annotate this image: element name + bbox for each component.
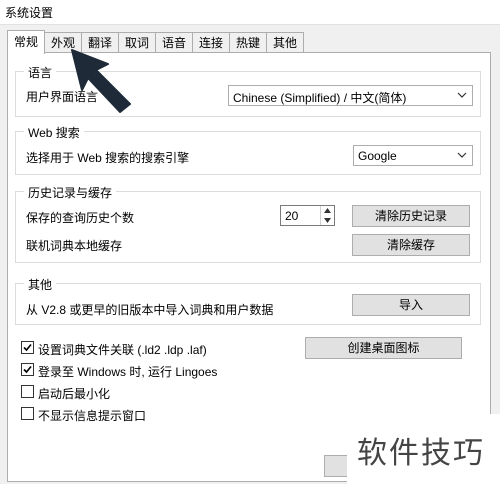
window-title-bar: 系统设置	[0, 0, 500, 25]
checkbox[interactable]	[21, 363, 34, 376]
ui-language-value: Chinese (Simplified) / 中文(简体)	[233, 91, 407, 105]
stepper-buttons	[320, 206, 334, 225]
checkmark-icon	[23, 365, 32, 374]
tab-other[interactable]: 其他	[266, 32, 304, 52]
ui-language-select[interactable]: Chinese (Simplified) / 中文(简体)	[228, 85, 473, 106]
search-engine-label: 选择用于 Web 搜索的搜索引擎	[26, 151, 190, 165]
tab-hotkeys[interactable]: 热键	[229, 32, 267, 52]
search-engine-value: Google	[358, 149, 397, 163]
tab-general[interactable]: 常规	[7, 30, 45, 54]
window-title: 系统设置	[5, 6, 54, 20]
history-count-label: 保存的查询历史个数	[26, 211, 135, 225]
cache-label: 联机词典本地缓存	[26, 239, 123, 253]
history-cache-group-title: 历史记录与缓存	[24, 184, 117, 201]
checkbox[interactable]	[21, 341, 34, 354]
history-cache-group: 历史记录与缓存 保存的查询历史个数 20 清除历史记录 联机词典本地缓存 清除缓…	[15, 184, 481, 263]
clear-cache-button[interactable]: 清除缓存	[352, 234, 470, 256]
search-engine-select[interactable]: Google	[353, 145, 473, 166]
other-group-title: 其他	[24, 276, 57, 293]
checkmark-icon	[23, 343, 32, 352]
clear-history-button[interactable]: 清除历史记录	[352, 205, 470, 227]
web-search-group: Web 搜索 选择用于 Web 搜索的搜索引擎 Google	[15, 124, 481, 175]
history-count-stepper[interactable]: 20	[280, 205, 335, 226]
checkbox[interactable]	[21, 385, 34, 398]
checkbox[interactable]	[21, 407, 34, 420]
create-shortcut-button[interactable]: 创建桌面图标	[305, 337, 462, 359]
spin-down-icon[interactable]	[321, 216, 334, 225]
import-button[interactable]: 导入	[352, 294, 470, 316]
tab-speech[interactable]: 语音	[155, 32, 193, 52]
tab-connection[interactable]: 连接	[192, 32, 230, 52]
pointer-arrow-icon	[71, 49, 131, 113]
watermark-text: 软件技巧	[357, 436, 485, 471]
watermark: 软件技巧	[347, 414, 500, 484]
history-count-value: 20	[285, 209, 299, 223]
option-label: 设置词典文件关联 (.ld2 .ldp .laf)	[38, 343, 207, 357]
chevron-down-icon	[457, 152, 467, 158]
spin-up-icon[interactable]	[321, 206, 334, 215]
option-label: 登录至 Windows 时, 运行 Lingoes	[38, 365, 218, 379]
web-search-group-title: Web 搜索	[24, 124, 84, 141]
import-label: 从 V2.8 或更早的旧版本中导入词典和用户数据	[26, 303, 274, 317]
option-label: 不显示信息提示窗口	[38, 409, 147, 423]
other-group: 其他 从 V2.8 或更早的旧版本中导入词典和用户数据 导入	[15, 276, 481, 325]
chevron-down-icon	[457, 92, 467, 98]
option-label: 启动后最小化	[38, 387, 111, 401]
